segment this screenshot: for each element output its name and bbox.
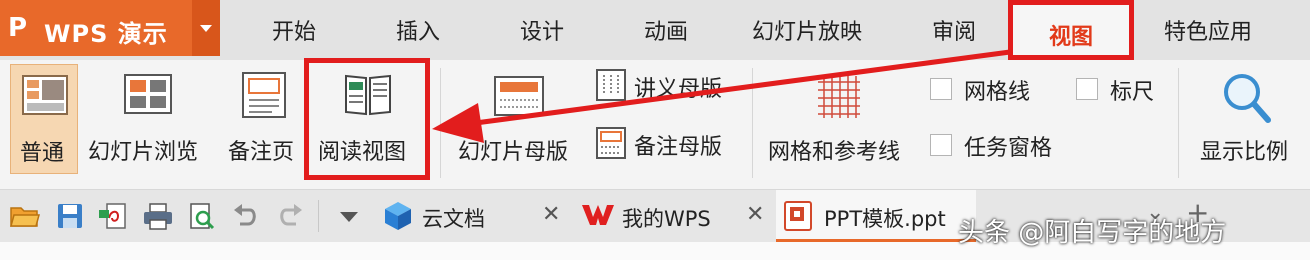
doc-tab-title: 我的WPS (622, 207, 711, 231)
close-tab-icon[interactable]: ✕ (542, 202, 560, 227)
doc-tab-my-wps[interactable]: 我的WPS ✕ (572, 190, 772, 242)
undo-icon[interactable] (232, 204, 260, 228)
export-pdf-icon[interactable] (98, 202, 128, 230)
open-folder-icon[interactable] (10, 204, 40, 228)
wps-w-icon (582, 205, 614, 225)
doc-tab-ppt-template[interactable]: PPT模板.ppt (776, 190, 976, 242)
cloud-docs-cube-icon (385, 202, 411, 230)
doc-tab-cloud-docs[interactable]: 云文档 ✕ (376, 190, 572, 242)
doc-tab-title: 云文档 (422, 207, 485, 231)
customize-toolbar-chevron-down-icon[interactable] (340, 212, 358, 222)
redo-icon[interactable] (276, 204, 304, 228)
print-preview-icon[interactable] (188, 202, 216, 230)
ppt-file-icon (784, 201, 812, 231)
save-icon[interactable] (56, 202, 84, 230)
doc-tab-title: PPT模板.ppt (824, 207, 946, 231)
close-tab-icon[interactable]: ✕ (746, 202, 764, 227)
annotation-arrow (432, 49, 1011, 143)
toolbar-separator (318, 200, 319, 232)
watermark-text: 头条 @阿白写字的地方 (958, 218, 1227, 248)
print-icon[interactable] (142, 202, 174, 230)
view-ribbon: 普通 幻灯片浏览 备注页 阅读视图 幻灯片母版 讲义母版 备注母版 网格和参考线… (0, 49, 1310, 190)
